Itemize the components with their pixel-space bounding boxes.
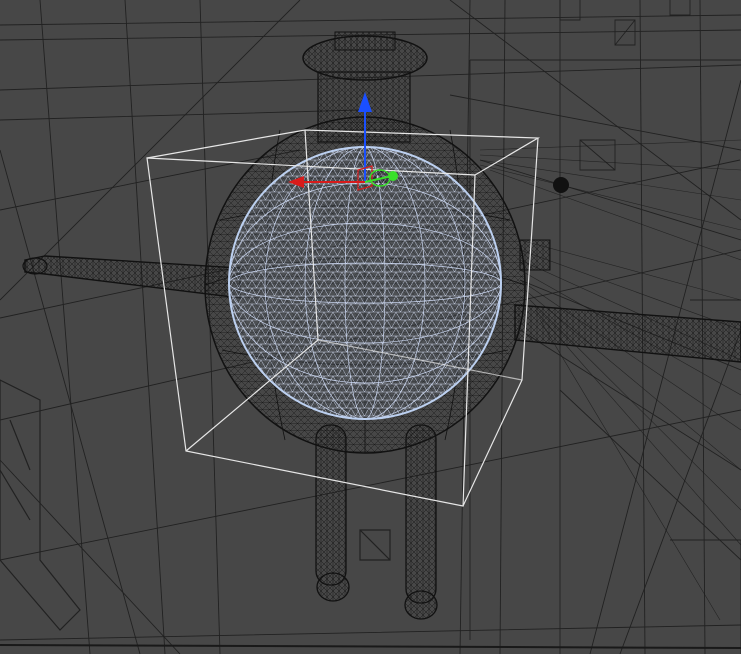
character-leg-right[interactable]	[404, 424, 438, 620]
character-leg-left[interactable]	[315, 424, 350, 602]
3d-viewport[interactable]	[0, 0, 741, 654]
